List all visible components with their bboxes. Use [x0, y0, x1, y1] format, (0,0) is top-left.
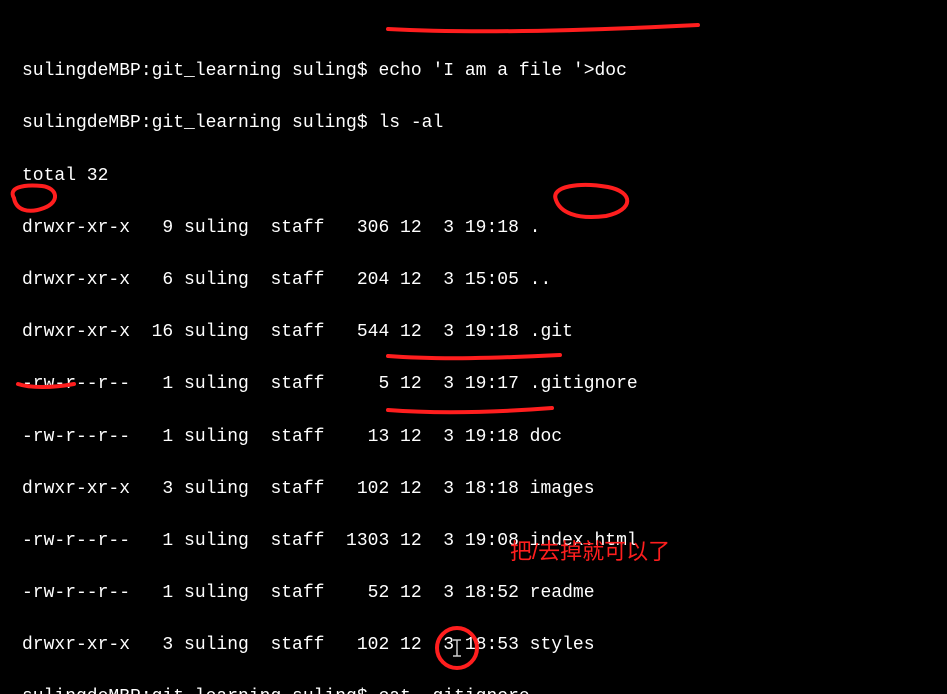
ls-row: drwxr-xr-x 3 suling staff 102 12 3 18:53… [22, 632, 941, 658]
ls-row: drwxr-xr-x 6 suling staff 204 12 3 15:05… [22, 267, 941, 293]
ls-row: drwxr-xr-x 16 suling staff 544 12 3 19:1… [22, 319, 941, 345]
command-ls: ls -al [378, 113, 443, 133]
underline-gitstatus-icon [388, 408, 552, 412]
circle-permissions-icon [13, 186, 55, 211]
ls-total: total 32 [22, 163, 941, 189]
ls-row: -rw-r--r-- 1 suling staff 5 12 3 19:17 .… [22, 371, 941, 397]
annotation-text: 把/去掉就可以了 [510, 536, 670, 568]
command-echo: echo 'I am a file '>doc [378, 61, 626, 81]
ls-row: drwxr-xr-x 9 suling staff 306 12 3 19:18… [22, 215, 941, 241]
underline-echo-icon [388, 25, 698, 31]
prompt: sulingdeMBP:git_learning suling$ [22, 113, 378, 133]
circle-doc-icon [555, 185, 627, 217]
underline-cat-icon [388, 355, 560, 358]
prompt: sulingdeMBP:git_learning suling$ [22, 61, 378, 81]
command-cat: cat .gitignore [378, 687, 529, 694]
ls-row: drwxr-xr-x 3 suling staff 102 12 3 18:18… [22, 476, 941, 502]
terminal-window[interactable]: sulingdeMBP:git_learning suling$ echo 'I… [0, 0, 947, 694]
command-line-ls: sulingdeMBP:git_learning suling$ ls -al [22, 110, 941, 136]
ls-row: -rw-r--r-- 1 suling staff 13 12 3 19:18 … [22, 424, 941, 450]
ls-row: -rw-r--r-- 1 suling staff 1303 12 3 19:0… [22, 528, 941, 554]
prompt: sulingdeMBP:git_learning suling$ [22, 687, 378, 694]
command-line-echo: sulingdeMBP:git_learning suling$ echo 'I… [22, 58, 941, 84]
ls-row: -rw-r--r-- 1 suling staff 52 12 3 18:52 … [22, 580, 941, 606]
command-line-cat: sulingdeMBP:git_learning suling$ cat .gi… [22, 684, 941, 694]
